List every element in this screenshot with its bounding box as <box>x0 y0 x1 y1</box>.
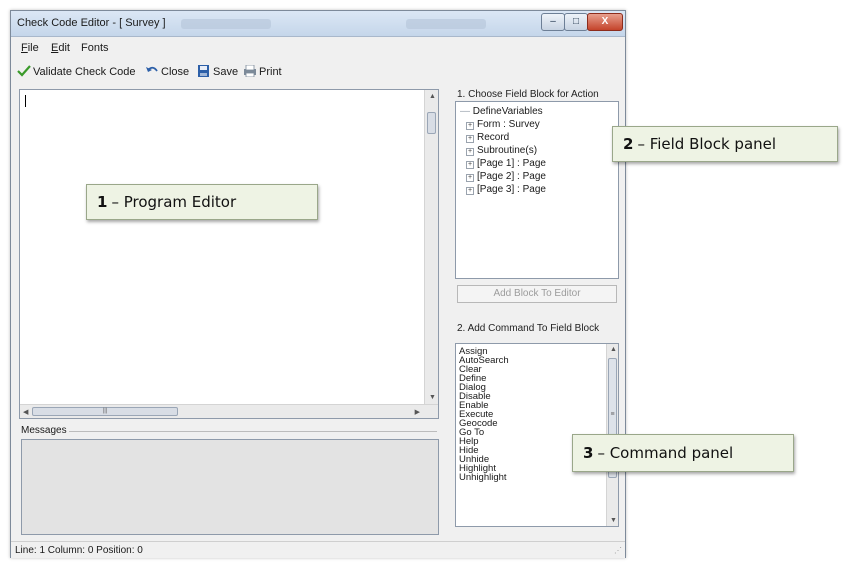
title-bar[interactable]: Check Code Editor - [ Survey ] – □ X <box>11 11 625 37</box>
scroll-down-arrow-icon[interactable]: ▼ <box>610 517 617 524</box>
checkmark-icon <box>17 65 31 77</box>
messages-panel[interactable] <box>21 439 439 535</box>
tree-connector-icon: — <box>460 106 470 117</box>
callout-text: – Command panel <box>597 444 734 462</box>
tree-item-label: Subroutine(s) <box>477 145 538 156</box>
printer-icon <box>243 64 257 78</box>
text-caret <box>25 95 26 107</box>
save-label: Save <box>213 66 239 78</box>
tree-item-form[interactable]: + Form : Survey <box>466 119 540 130</box>
tree-item-page-2[interactable]: + [Page 2] : Page <box>466 171 546 182</box>
print-button[interactable]: Print <box>243 64 282 78</box>
title-bar-blur <box>181 19 271 29</box>
tree-item-label: [Page 1] : Page <box>477 158 546 169</box>
expand-icon[interactable]: + <box>466 148 474 156</box>
callout-number: 3 <box>583 444 594 462</box>
title-bar-blur <box>406 19 486 29</box>
cursor-position-status: Line: 1 Column: 0 Position: 0 <box>15 545 143 556</box>
callout-number: 1 <box>97 193 108 211</box>
tree-item-definevariables[interactable]: — DefineVariables <box>460 106 543 117</box>
callout-field-block-panel: 2– Field Block panel <box>612 126 838 162</box>
menu-file[interactable]: File <box>21 42 39 54</box>
command-item[interactable]: Unhighlight <box>459 473 507 483</box>
callout-text: – Program Editor <box>111 193 237 211</box>
messages-divider <box>69 431 437 432</box>
menu-bar: File Edit Fonts <box>11 38 625 58</box>
close-button[interactable]: Close <box>145 65 189 78</box>
callout-number: 2 <box>623 135 634 153</box>
close-label: Close <box>161 66 190 78</box>
tree-item-label: [Page 3] : Page <box>477 184 546 195</box>
scroll-down-arrow-icon[interactable]: ▼ <box>429 394 436 401</box>
tree-item-label: DefineVariables <box>472 106 543 117</box>
callout-text: – Field Block panel <box>637 135 777 153</box>
expand-icon[interactable]: + <box>466 174 474 182</box>
command-panel-label: 2. Add Command To Field Block <box>457 323 600 334</box>
validate-label: Validate Check Code <box>33 66 136 78</box>
tree-item-label: Form : Survey <box>477 119 540 130</box>
close-window-button[interactable]: X <box>587 13 623 31</box>
scroll-left-arrow-icon[interactable]: ◀ <box>23 408 28 416</box>
tree-item-record[interactable]: + Record <box>466 132 509 143</box>
scroll-right-arrow-icon[interactable]: ▶ <box>415 408 420 416</box>
tree-item-page-1[interactable]: + [Page 1] : Page <box>466 158 546 169</box>
scroll-up-arrow-icon[interactable]: ▲ <box>429 93 436 100</box>
check-code-editor-window: Check Code Editor - [ Survey ] – □ X Fil… <box>10 10 626 558</box>
menu-edit[interactable]: Edit <box>51 42 70 54</box>
tree-item-subroutines[interactable]: + Subroutine(s) <box>466 145 537 156</box>
menu-file-label: ile <box>27 42 39 54</box>
tree-item-page-3[interactable]: + [Page 3] : Page <box>466 184 546 195</box>
expand-icon[interactable]: + <box>466 122 474 130</box>
window-title: Check Code Editor - [ Survey ] <box>17 17 166 29</box>
field-block-tree[interactable]: — DefineVariables + Form : Survey + Record… <box>455 101 619 279</box>
status-bar: Line: 1 Column: 0 Position: 0 ⋰ <box>11 541 625 558</box>
expand-icon[interactable]: + <box>466 187 474 195</box>
print-label: Print <box>259 66 282 78</box>
add-block-to-editor-button[interactable]: Add Block To Editor <box>457 285 617 303</box>
tree-item-label: [Page 2] : Page <box>477 171 546 182</box>
floppy-disk-icon <box>197 65 211 77</box>
expand-icon[interactable]: + <box>466 161 474 169</box>
callout-program-editor: 1– Program Editor <box>86 184 318 220</box>
save-button[interactable]: Save <box>197 65 238 78</box>
resize-grip-icon[interactable]: ⋰ <box>614 546 622 555</box>
minimize-button[interactable]: – <box>541 13 565 31</box>
messages-label: Messages <box>21 425 67 436</box>
menu-file-mnemonic: F <box>21 42 28 54</box>
field-block-label: 1. Choose Field Block for Action <box>457 89 599 100</box>
editor-horizontal-scrollbar[interactable]: ◀ ||| ▶ <box>20 404 438 418</box>
editor-vertical-scrollbar[interactable]: ▲ ▼ <box>424 90 438 404</box>
program-editor[interactable]: ▲ ▼ ◀ ||| ▶ <box>19 89 439 419</box>
editor-horizontal-scroll-thumb[interactable]: ||| <box>32 407 178 416</box>
menu-edit-label: dit <box>58 42 70 54</box>
toolbar: Validate Check Code Close Save Print <box>11 60 625 82</box>
validate-check-code-button[interactable]: Validate Check Code <box>17 65 136 78</box>
undo-arrow-icon <box>145 65 159 77</box>
scroll-up-arrow-icon[interactable]: ▲ <box>610 346 617 353</box>
menu-fonts[interactable]: Fonts <box>81 42 109 54</box>
expand-icon[interactable]: + <box>466 135 474 143</box>
editor-vertical-scroll-thumb[interactable] <box>427 112 436 134</box>
callout-command-panel: 3– Command panel <box>572 434 794 472</box>
tree-item-label: Record <box>477 132 510 143</box>
menu-fonts-label: Fonts <box>81 42 109 54</box>
maximize-button[interactable]: □ <box>564 13 588 31</box>
